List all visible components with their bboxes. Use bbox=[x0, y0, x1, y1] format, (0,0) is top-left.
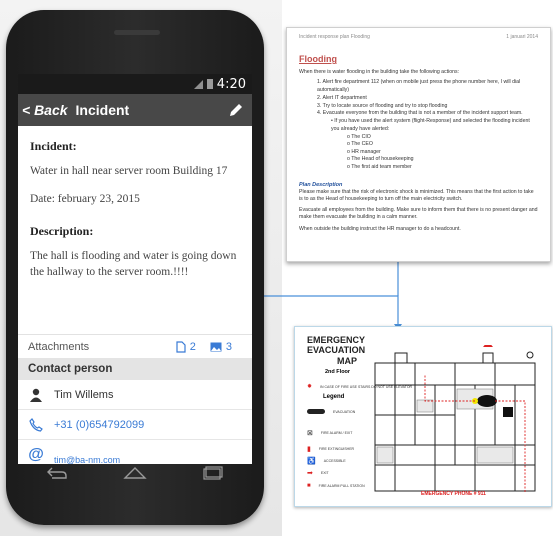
edit-pencil-icon[interactable] bbox=[228, 102, 244, 118]
fire-alarm-icon: ⊠ bbox=[307, 430, 313, 437]
phone-icon bbox=[29, 417, 43, 432]
map-title-line: EMERGENCY bbox=[307, 335, 366, 345]
flooding-document: Incident response plan Flooding 1 januar… bbox=[286, 27, 551, 262]
alerted-item: o The Head of housekeeping bbox=[347, 156, 414, 163]
incident-heading: Incident: bbox=[30, 139, 77, 153]
page-title: Incident bbox=[75, 102, 130, 118]
person-icon bbox=[30, 388, 42, 402]
evacuation-map: EMERGENCY EVACUATION MAP 2nd Floor Legen… bbox=[294, 326, 552, 507]
map-floor-label: 2nd Floor bbox=[325, 369, 351, 375]
document-icon bbox=[176, 340, 186, 353]
document-step: 4. Evacuate everyone from the building t… bbox=[317, 110, 523, 117]
legend-item: ■ FIRE ALARM PULL STATION bbox=[307, 483, 365, 489]
legend-text: ACCESSIBLE bbox=[323, 459, 346, 463]
legend-text: EXIT bbox=[320, 471, 329, 475]
document-bullet-text: If you have used the alert system (fligh… bbox=[331, 118, 530, 133]
evacuation-route-icon bbox=[307, 409, 325, 414]
alerted-item: o The CIO bbox=[347, 133, 371, 140]
contact-phone-link[interactable]: +31 (0)654792099 bbox=[54, 419, 144, 431]
document-paragraph: Evacuate all employees from the building… bbox=[299, 207, 538, 221]
description-heading: Description: bbox=[30, 224, 94, 239]
image-count: 3 bbox=[225, 340, 232, 353]
fire-extinguisher-icon: ▮ bbox=[307, 446, 311, 453]
alerted-item-text: The Head of housekeeping bbox=[351, 156, 414, 163]
image-icon bbox=[210, 342, 222, 351]
document-title: Flooding bbox=[299, 54, 337, 64]
legend-item: ➡ EXIT bbox=[307, 469, 329, 477]
alerted-item-text: HR manager bbox=[351, 148, 381, 155]
recents-nav-icon[interactable] bbox=[202, 466, 224, 480]
attachments-row: Attachments 2 3 bbox=[18, 334, 252, 358]
alerted-item-text: The CIO bbox=[351, 133, 371, 140]
contact-phone-row[interactable]: +31 (0)654792099 bbox=[18, 410, 252, 440]
app-bar: < Back Incident bbox=[18, 94, 252, 126]
phone-speaker bbox=[114, 30, 160, 35]
battery-icon bbox=[206, 79, 213, 89]
stair-icon bbox=[503, 407, 513, 417]
you-are-here-marker bbox=[477, 395, 497, 407]
contact-person-heading: Contact person bbox=[18, 358, 252, 380]
exit-arrow-icon: ➡ bbox=[307, 470, 313, 477]
map-title-line: EVACUATION bbox=[307, 345, 366, 356]
incident-date: Date: february 23, 2015 bbox=[30, 192, 140, 205]
document-attachments-button[interactable]: 2 bbox=[176, 341, 196, 353]
android-nav-bar bbox=[18, 458, 252, 488]
phone-screen: 4:20 < Back Incident Incident: Water in … bbox=[18, 74, 252, 464]
legend-item: ▮ FIRE EXTINGUISHER bbox=[307, 445, 354, 453]
accessible-icon: ♿ bbox=[307, 458, 316, 465]
alerted-item-text: The first aid team member bbox=[351, 163, 412, 170]
document-step: 2. Alert IT department bbox=[317, 94, 367, 101]
alerted-item: o The CEO bbox=[347, 141, 373, 148]
legend-item: ⊠ FIRE ALARM / EXIT bbox=[307, 429, 352, 437]
document-section-title: Plan Description bbox=[299, 181, 343, 188]
document-paragraph: Please make sure that the risk of electr… bbox=[299, 188, 534, 202]
legend-text: FIRE ALARM PULL STATION bbox=[318, 484, 365, 488]
alerted-item-text: The CEO bbox=[351, 141, 373, 148]
emergency-phone-label: EMERGENCY PHONE # 911 bbox=[421, 491, 486, 497]
image-attachments-button[interactable]: 3 bbox=[210, 341, 232, 353]
contact-name-row: Tim Willems bbox=[18, 380, 252, 410]
incident-location: Water in hall near server room Building … bbox=[30, 165, 228, 178]
pull-station-icon: ■ bbox=[307, 483, 311, 489]
back-nav-icon[interactable] bbox=[46, 466, 68, 480]
home-nav-icon[interactable] bbox=[123, 466, 147, 480]
map-legend-label: Legend bbox=[323, 394, 345, 400]
contact-name: Tim Willems bbox=[54, 388, 114, 401]
document-intro: When there is water flooding in the buil… bbox=[299, 69, 460, 75]
document-count: 2 bbox=[189, 340, 196, 353]
fire-icon: ✸ bbox=[307, 384, 313, 390]
legend-item: EVACUATION bbox=[307, 409, 355, 414]
document-step: 3. Try to locate source of flooding and … bbox=[317, 102, 448, 109]
exit-arrow-up-icon bbox=[483, 345, 493, 347]
document-header: Incident response plan Flooding 1 januar… bbox=[287, 28, 550, 40]
document-paragraph: When outside the building instruct the H… bbox=[299, 225, 461, 232]
incident-description: The hall is flooding and water is going … bbox=[30, 250, 237, 278]
alerted-item: o HR manager bbox=[347, 148, 381, 155]
legend-item: ♿ ACCESSIBLE bbox=[307, 457, 346, 465]
legend-text: FIRE ALARM / EXIT bbox=[320, 431, 353, 435]
incident-content: Incident: Water in hall near server room… bbox=[18, 126, 252, 298]
document-bullet: • If you have used the alert system (fli… bbox=[331, 118, 530, 133]
legend-text: FIRE EXTINGUISHER bbox=[318, 447, 355, 451]
document-header-right: 1 januari 2014 bbox=[506, 34, 538, 40]
map-title-line: MAP bbox=[337, 355, 357, 366]
phone-device: 4:20 < Back Incident Incident: Water in … bbox=[6, 10, 264, 525]
back-button[interactable]: < Back bbox=[22, 102, 68, 118]
floor-plan bbox=[374, 345, 536, 493]
status-bar: 4:20 bbox=[18, 74, 252, 94]
attachments-label: Attachments bbox=[28, 340, 90, 353]
alerted-item: o The first aid team member bbox=[347, 163, 412, 170]
document-header-left: Incident response plan Flooding bbox=[299, 34, 370, 40]
document-step: 1. Alert fire department 112 (when on mo… bbox=[317, 79, 521, 94]
status-time: 4:20 bbox=[216, 76, 246, 92]
legend-text: EVACUATION bbox=[333, 409, 356, 414]
map-title: EMERGENCY EVACUATION MAP bbox=[307, 335, 365, 366]
signal-icon bbox=[193, 79, 203, 89]
